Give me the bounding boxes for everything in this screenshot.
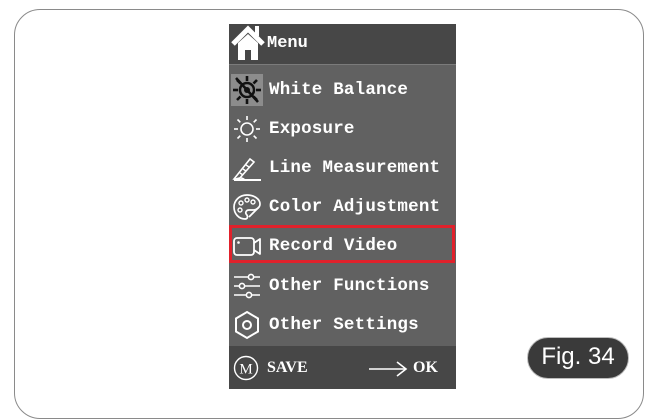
menu-item-line-measurement[interactable]: Line Measurement xyxy=(229,149,456,187)
menu-header: Menu xyxy=(229,24,456,65)
menu-item-label: Other Settings xyxy=(269,315,419,335)
ok-label: OK xyxy=(413,359,438,376)
record-video-highlight-box xyxy=(229,225,455,263)
palette-icon xyxy=(233,194,261,220)
m-key-icon[interactable]: M xyxy=(233,355,259,381)
menu-title: Menu xyxy=(267,34,308,53)
sliders-icon xyxy=(234,273,260,299)
menu-footer: M SAVE OK xyxy=(229,346,456,389)
m-key-label: M xyxy=(239,362,252,378)
menu-item-white-balance[interactable]: White Balance xyxy=(229,71,456,109)
menu-item-label: Color Adjustment xyxy=(269,197,441,217)
settings-hex-icon xyxy=(235,310,259,340)
save-label: SAVE xyxy=(267,359,308,376)
menu-panel: Menu White Balance Exposure Line Measure… xyxy=(229,24,456,389)
menu-item-other-functions[interactable]: Other Functions xyxy=(229,267,456,305)
home-icon[interactable] xyxy=(231,24,265,62)
menu-item-label: White Balance xyxy=(269,80,409,100)
menu-item-other-settings[interactable]: Other Settings xyxy=(229,306,456,344)
menu-item-label: Exposure xyxy=(269,119,355,139)
menu-item-label: Other Functions xyxy=(269,276,430,296)
menu-item-color-adjustment[interactable]: Color Adjustment xyxy=(229,188,456,226)
exposure-sun-icon xyxy=(234,116,260,142)
menu-item-label: Line Measurement xyxy=(269,158,441,178)
ruler-measure-icon xyxy=(232,157,261,181)
arrow-right-icon xyxy=(369,361,408,377)
white-balance-icon xyxy=(231,74,263,106)
figure-label: Fig. 34 xyxy=(527,337,629,379)
menu-item-exposure[interactable]: Exposure xyxy=(229,110,456,148)
